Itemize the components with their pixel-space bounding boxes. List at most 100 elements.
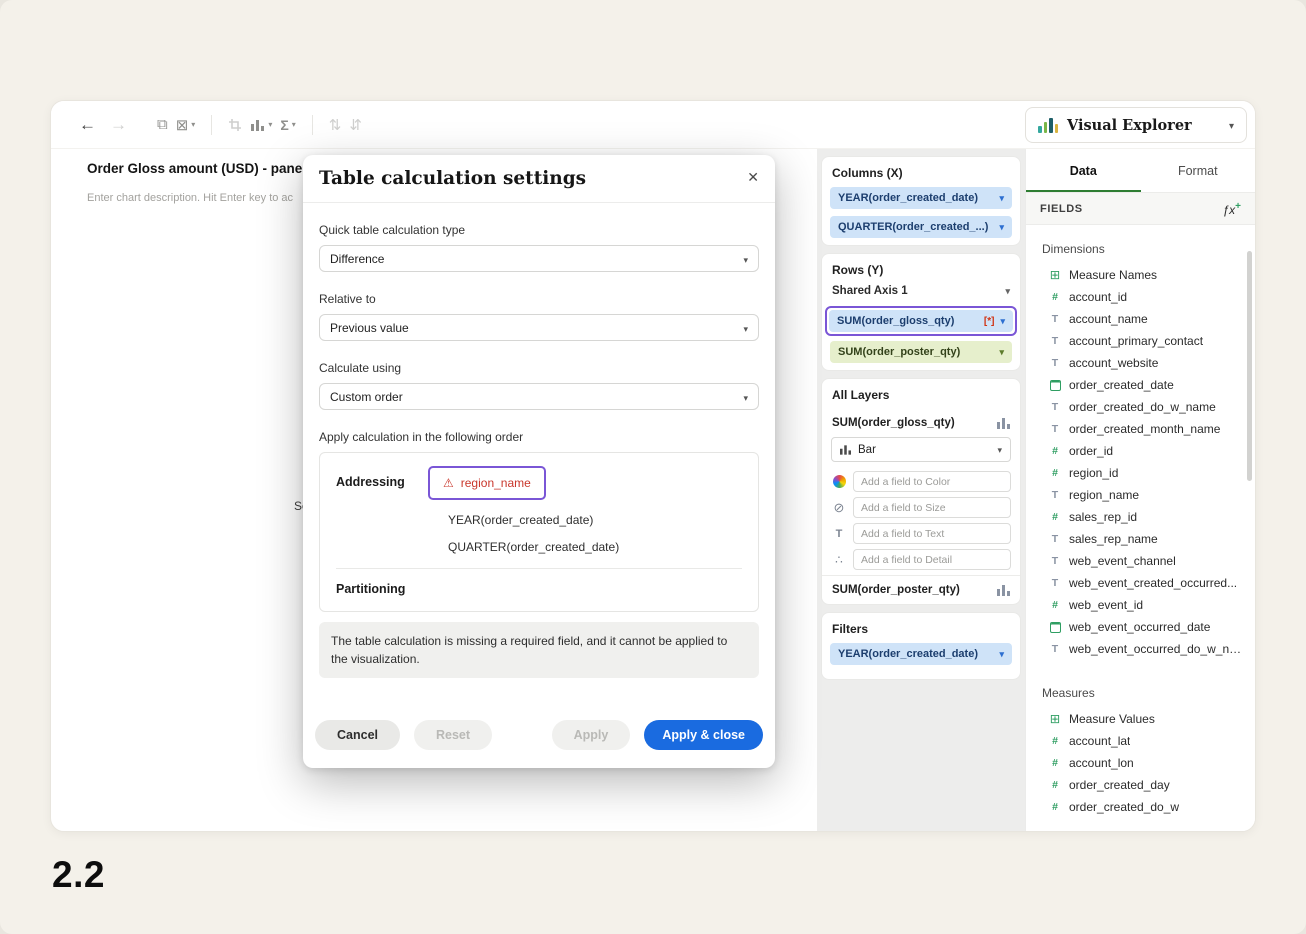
delete-chart-button[interactable]: ⊠ xyxy=(172,112,200,138)
number-icon xyxy=(1048,734,1062,748)
field-item[interactable]: account_website xyxy=(1026,352,1255,374)
modal-body: Quick table calculation type Difference … xyxy=(303,223,775,678)
text-icon xyxy=(831,526,847,542)
text-icon xyxy=(1048,334,1062,348)
number-icon xyxy=(1048,800,1062,814)
column-pill[interactable]: YEAR(order_created_date) xyxy=(830,187,1012,209)
field-item[interactable]: order_created_date xyxy=(1026,374,1255,396)
field-item[interactable]: Measure Names xyxy=(1026,264,1255,286)
add-field-input[interactable] xyxy=(853,549,1011,570)
add-field-input[interactable] xyxy=(853,471,1011,492)
field-item[interactable]: order_created_day xyxy=(1026,774,1255,796)
add-field-input[interactable] xyxy=(853,497,1011,518)
field-item[interactable]: web_event_created_occurred... xyxy=(1026,572,1255,594)
calculate-using-select[interactable]: Custom order xyxy=(319,383,759,410)
field-name: sales_rep_name xyxy=(1069,532,1158,546)
field-item[interactable]: web_event_occurred_date xyxy=(1026,616,1255,638)
reset-button[interactable]: Reset xyxy=(414,720,492,750)
row-pill-poster[interactable]: SUM(order_poster_qty) xyxy=(830,341,1012,363)
relative-to-label: Relative to xyxy=(319,292,759,306)
chart-title[interactable]: Order Gloss amount (USD) - pane xyxy=(87,161,302,176)
layer-row-gloss[interactable]: SUM(order_gloss_qty) xyxy=(822,409,1020,434)
crop-icon[interactable] xyxy=(224,114,246,136)
field-item[interactable]: order_created_do_w_name xyxy=(1026,396,1255,418)
duplicate-chart-button[interactable]: ⧉ xyxy=(153,112,172,137)
aggregate-sigma-button[interactable]: Σ xyxy=(276,113,299,137)
layer-row-poster[interactable]: SUM(order_poster_qty) xyxy=(822,575,1020,604)
apply-button[interactable]: Apply xyxy=(552,720,631,750)
close-icon[interactable]: ✕ xyxy=(747,169,759,186)
plus-icon: + xyxy=(1235,201,1241,212)
add-field-input[interactable] xyxy=(853,523,1011,544)
screenshot-canvas: ← → ⧉ ⊠ Σ xyxy=(0,0,1306,934)
filter-pill[interactable]: YEAR(order_created_date) xyxy=(830,643,1012,665)
field-name: Measure Values xyxy=(1069,712,1155,726)
addressing-item-region-name[interactable]: ⚠ region_name xyxy=(428,466,546,500)
chevron-down-icon xyxy=(1005,285,1010,297)
shared-axis-row[interactable]: Shared Axis 1 xyxy=(822,284,1020,304)
columns-pill-list: YEAR(order_created_date) QUARTER(order_c… xyxy=(822,187,1020,238)
field-item[interactable]: account_primary_contact xyxy=(1026,330,1255,352)
text-icon xyxy=(1048,312,1062,326)
field-item[interactable]: sales_rep_name xyxy=(1026,528,1255,550)
bar-chart-icon xyxy=(840,445,851,455)
apply-and-close-button[interactable]: Apply & close xyxy=(644,720,763,750)
field-item[interactable]: account_name xyxy=(1026,308,1255,330)
chevron-down-icon xyxy=(993,346,1004,358)
addressing-item[interactable]: QUARTER(order_created_date) xyxy=(448,540,742,554)
field-item[interactable]: account_lon xyxy=(1026,752,1255,774)
field-item[interactable]: region_id xyxy=(1026,462,1255,484)
calculation-order-box: Addressing ⚠ region_name YEAR(order_crea… xyxy=(319,452,759,612)
tab-data[interactable]: Data xyxy=(1026,149,1141,192)
field-name: web_event_id xyxy=(1069,598,1143,612)
sort-descending-button[interactable]: ⇵ xyxy=(345,112,366,138)
field-item[interactable]: sales_rep_id xyxy=(1026,506,1255,528)
chevron-down-icon xyxy=(993,221,1004,233)
partitioning-label: Partitioning xyxy=(336,582,742,596)
scrollbar-thumb[interactable] xyxy=(1247,251,1252,481)
visual-explorer-selector[interactable]: Visual Explorer xyxy=(1025,107,1247,143)
dimensions-section-label: Dimensions xyxy=(1042,242,1239,256)
bar-chart-icon xyxy=(250,118,265,131)
field-item[interactable]: order_id xyxy=(1026,440,1255,462)
chevron-down-icon xyxy=(997,444,1002,456)
addressing-item-label: region_name xyxy=(461,476,531,490)
cancel-button[interactable]: Cancel xyxy=(315,720,400,750)
field-item[interactable]: account_lat xyxy=(1026,730,1255,752)
axis-settings-button[interactable] xyxy=(246,114,276,135)
tab-format[interactable]: Format xyxy=(1141,149,1256,192)
field-item[interactable]: region_name xyxy=(1026,484,1255,506)
field-item[interactable]: order_created_month_name xyxy=(1026,418,1255,440)
addressing-item[interactable]: YEAR(order_created_date) xyxy=(448,513,742,527)
chart-type-select[interactable]: Bar xyxy=(831,437,1011,462)
encoding-drop-row xyxy=(831,523,1011,544)
field-item[interactable]: web_event_channel xyxy=(1026,550,1255,572)
add-calculation-button[interactable]: ƒx+ xyxy=(1222,201,1241,217)
calc-type-select[interactable]: Difference xyxy=(319,245,759,272)
field-item[interactable]: Measure Values xyxy=(1026,708,1255,730)
field-name: account_primary_contact xyxy=(1069,334,1203,348)
sigma-icon: Σ xyxy=(280,117,288,133)
back-button[interactable]: ← xyxy=(75,111,100,139)
number-icon xyxy=(1048,778,1062,792)
field-item[interactable]: web_event_occurred_do_w_na... xyxy=(1026,638,1255,660)
text-icon xyxy=(1048,488,1062,502)
row-pill-gloss[interactable]: SUM(order_gloss_qty) [*] xyxy=(829,310,1013,332)
size-icon xyxy=(831,500,847,516)
addressing-items: ⚠ region_name YEAR(order_created_date) Q… xyxy=(428,466,742,554)
text-icon xyxy=(1048,422,1062,436)
sort-ascending-button[interactable]: ⇅ xyxy=(325,112,346,138)
visual-explorer-label: Visual Explorer xyxy=(1067,117,1220,134)
filters-shelf: Filters YEAR(order_created_date) xyxy=(821,612,1021,680)
chevron-down-icon xyxy=(993,192,1004,204)
field-item[interactable]: web_event_id xyxy=(1026,594,1255,616)
chart-description-placeholder[interactable]: Enter chart description. Hit Enter key t… xyxy=(87,192,293,204)
missing-field-badge: [*] xyxy=(984,316,995,327)
field-item[interactable]: order_created_do_w xyxy=(1026,796,1255,818)
relative-to-select[interactable]: Previous value xyxy=(319,314,759,341)
forward-button[interactable]: → xyxy=(106,111,131,139)
fields-list: Dimensions Measure Names account_id xyxy=(1026,226,1255,831)
column-pill[interactable]: QUARTER(order_created_...) xyxy=(830,216,1012,238)
field-item[interactable]: account_id xyxy=(1026,286,1255,308)
field-name: account_website xyxy=(1069,356,1158,370)
